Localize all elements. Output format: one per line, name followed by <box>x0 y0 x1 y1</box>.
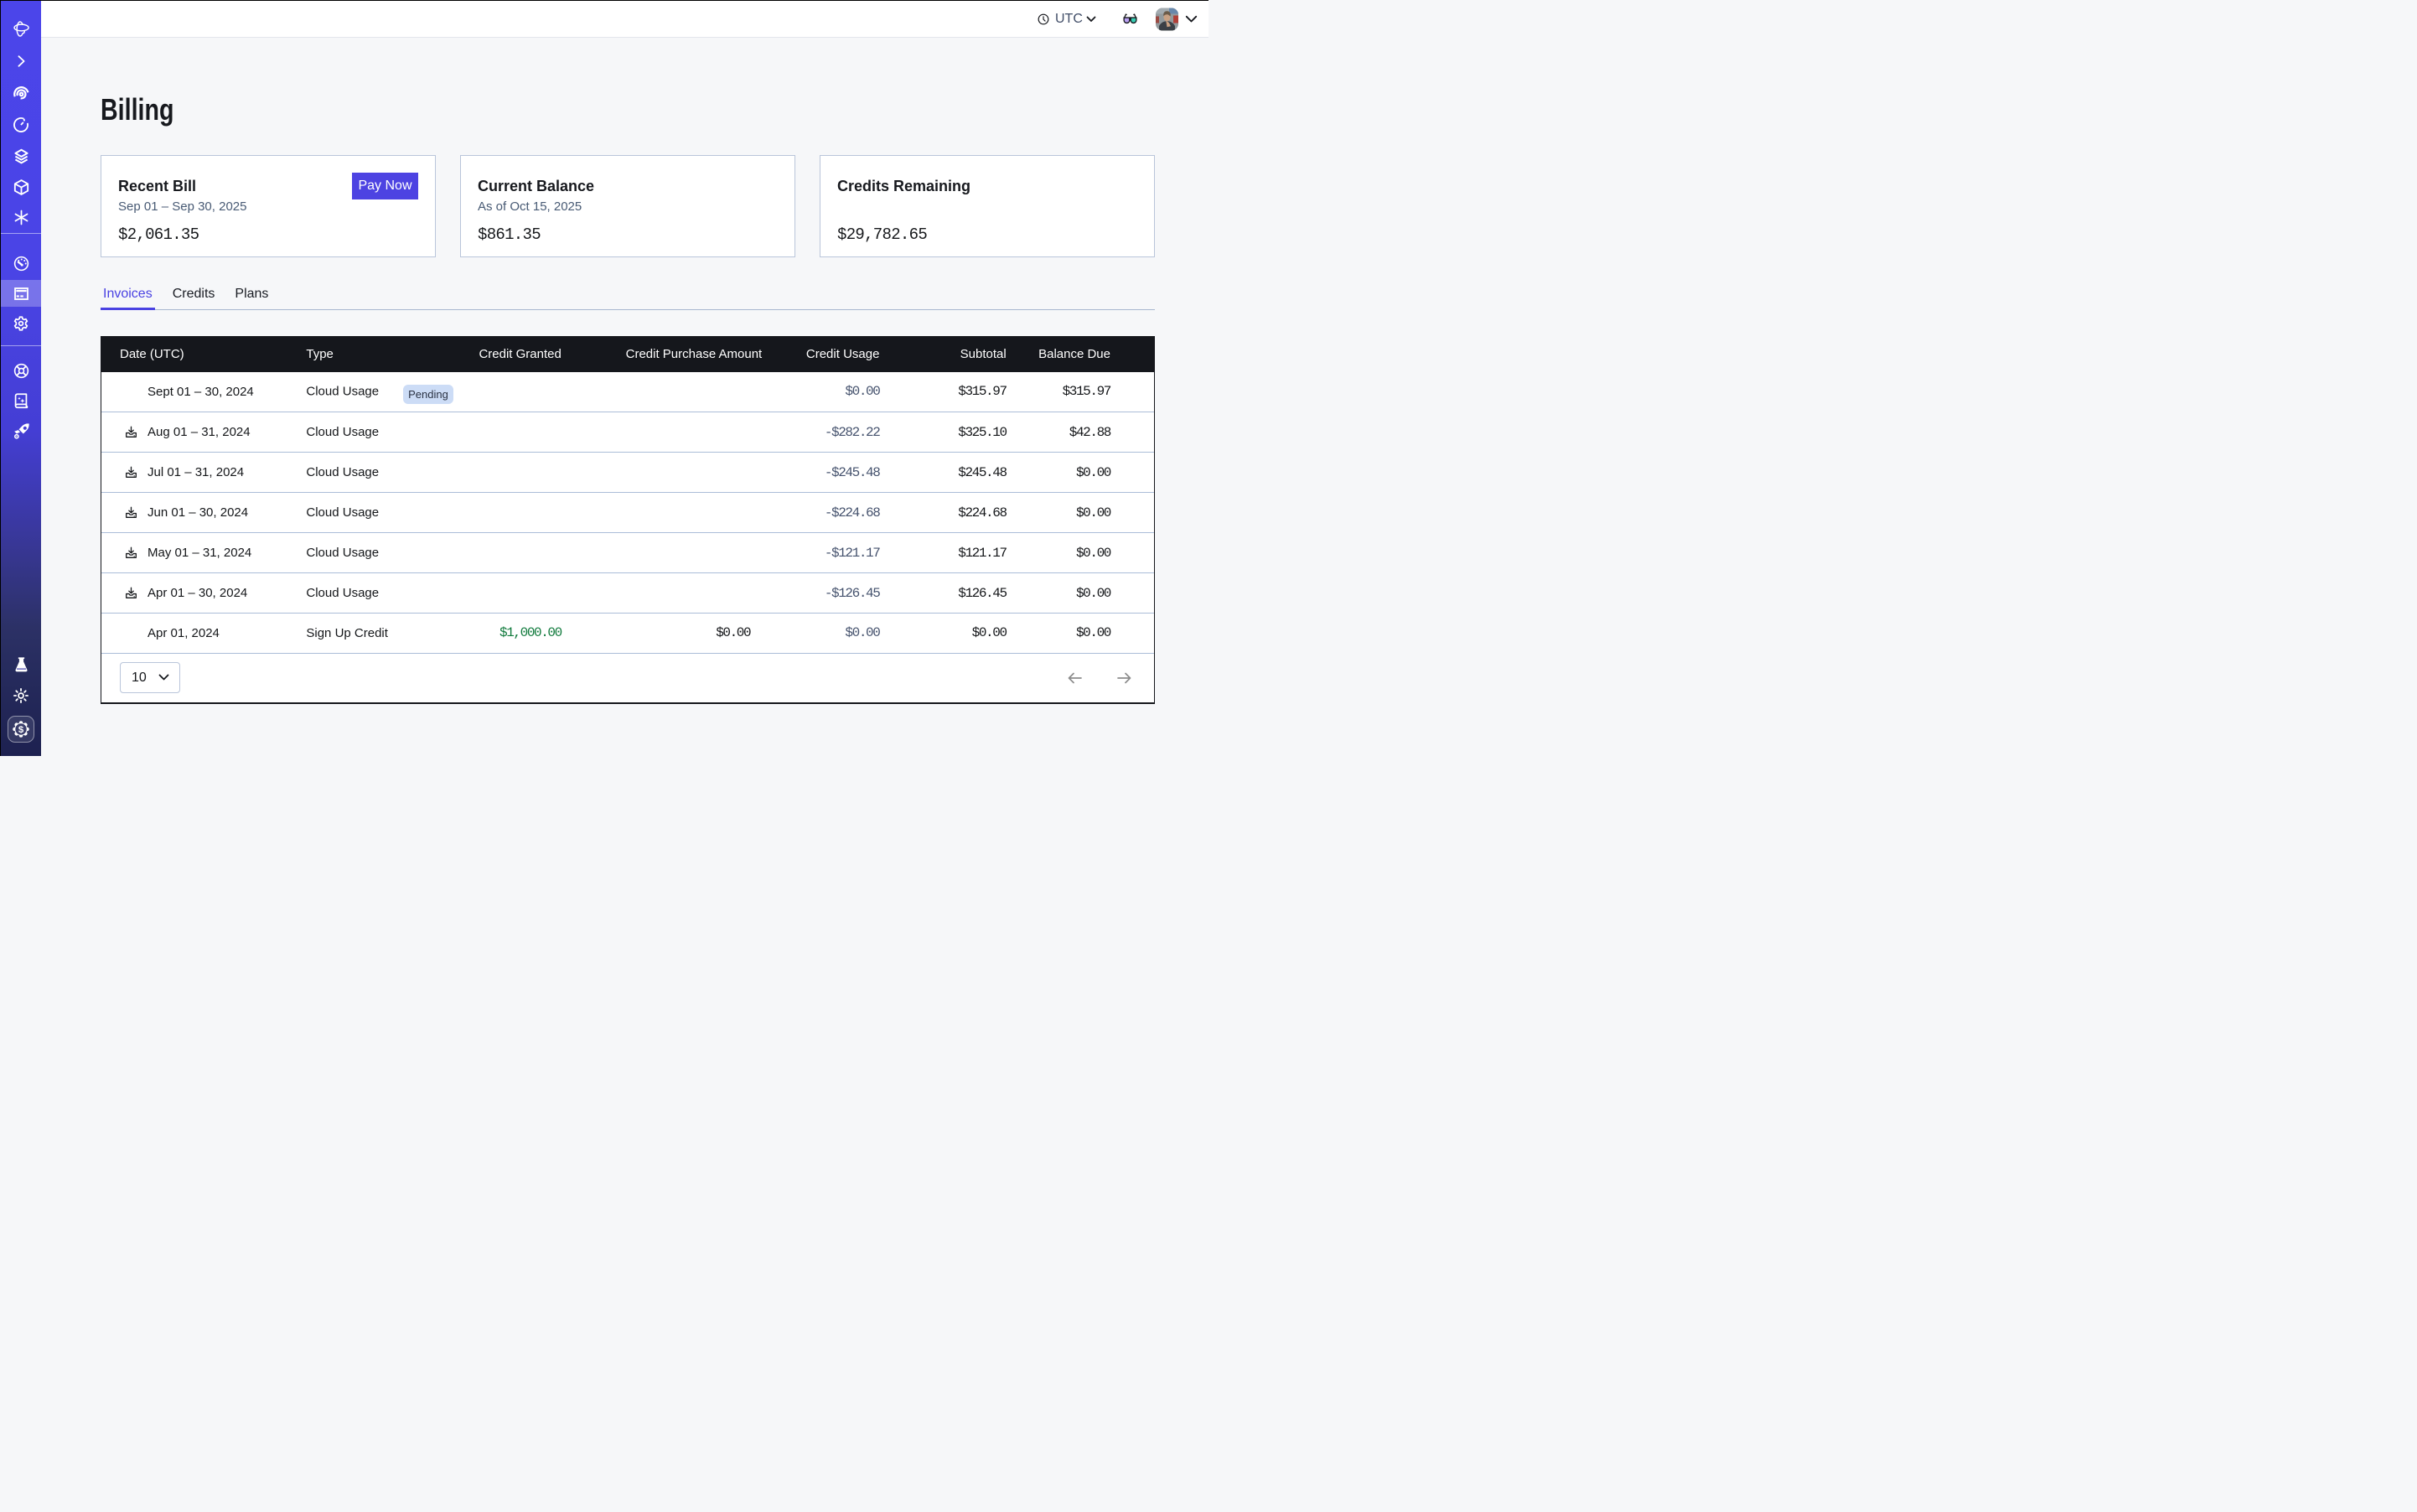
svg-text:$: $ <box>18 725 24 735</box>
